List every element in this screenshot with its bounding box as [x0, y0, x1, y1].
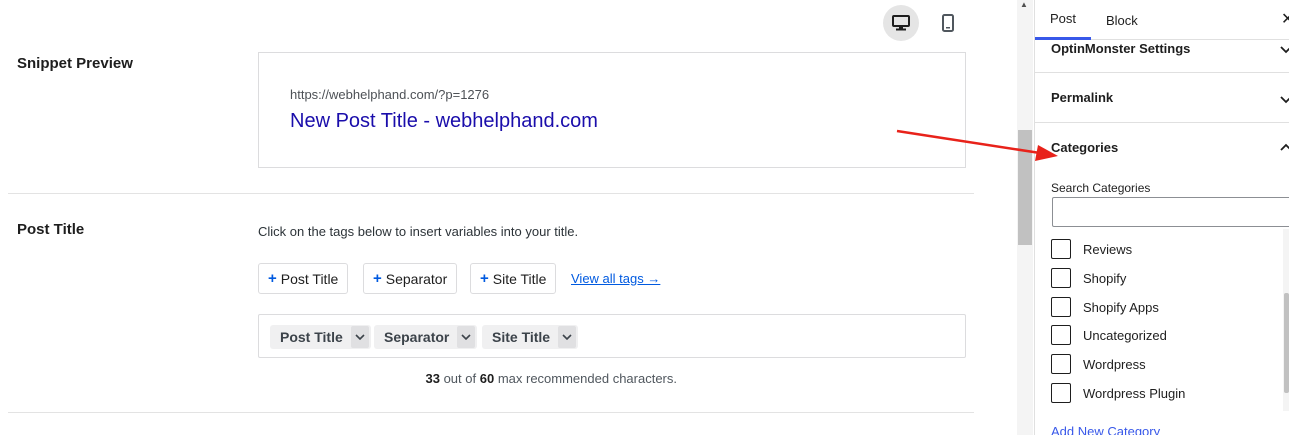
desktop-preview-button[interactable] — [883, 5, 919, 41]
char-count-mid: out of — [443, 371, 477, 386]
categories-scrollbar-thumb[interactable] — [1284, 293, 1289, 393]
category-label: Wordpress — [1083, 356, 1146, 372]
chevron-down-icon — [1280, 96, 1289, 104]
chevron-down-icon[interactable] — [558, 326, 577, 348]
chevron-down-icon — [1280, 46, 1289, 54]
mobile-preview-button[interactable] — [930, 5, 966, 41]
chevron-down-icon[interactable] — [350, 326, 369, 348]
chevron-down-icon[interactable] — [457, 326, 476, 348]
category-label: Shopify Apps — [1083, 299, 1159, 315]
list-item[interactable]: Reviews — [1051, 239, 1132, 259]
separator-chip[interactable]: Separator — [374, 325, 478, 349]
section-divider — [8, 193, 974, 194]
plus-icon: + — [373, 270, 382, 287]
panel-categories[interactable]: Categories — [1035, 123, 1289, 173]
category-checkbox[interactable] — [1051, 383, 1071, 403]
plus-icon: + — [268, 270, 277, 287]
category-checkbox[interactable] — [1051, 297, 1071, 317]
post-title-label: Post Title — [17, 221, 85, 238]
main-scrollbar-thumb[interactable] — [1018, 130, 1032, 245]
scroll-up-arrow-icon[interactable]: ▲ — [1020, 0, 1028, 9]
panel-title: Permalink — [1051, 90, 1114, 105]
panel-permalink[interactable]: Permalink — [1035, 73, 1289, 123]
tags-hint: Click on the tags below to insert variab… — [258, 224, 579, 239]
site-title-chip[interactable]: Site Title — [482, 325, 579, 349]
list-item[interactable]: Shopify Apps — [1051, 297, 1159, 317]
search-categories-input[interactable] — [1052, 197, 1289, 227]
category-label: Uncategorized — [1083, 327, 1167, 343]
panel-title: Categories — [1051, 140, 1119, 155]
desktop-icon — [892, 15, 910, 31]
insert-site-title-tag-button[interactable]: + Site Title — [470, 263, 557, 294]
category-checkbox[interactable] — [1051, 268, 1071, 288]
char-count-max: 60 — [479, 371, 495, 386]
list-item[interactable]: Wordpress — [1051, 354, 1146, 374]
list-item[interactable]: Wordpress Plugin — [1051, 383, 1185, 403]
list-item[interactable]: Uncategorized — [1051, 325, 1167, 345]
insert-separator-tag-button[interactable]: + Separator — [363, 263, 458, 294]
snippet-preview-label: Snippet Preview — [17, 55, 133, 72]
category-checkbox[interactable] — [1051, 325, 1071, 345]
tag-button-label: Post Title — [280, 270, 339, 287]
chip-label: Post Title — [280, 329, 343, 345]
seo-settings-panel: Snippet Preview https://webhelphand.com/… — [0, 0, 1000, 435]
char-count-text: max recommended characters. — [497, 371, 677, 386]
add-new-category-link[interactable]: Add New Category — [1051, 424, 1160, 435]
snippet-url: https://webhelphand.com/?p=1276 — [290, 87, 490, 102]
panel-title: OptinMonster Settings — [1051, 41, 1191, 56]
category-checkbox[interactable] — [1051, 354, 1071, 374]
category-label: Shopify — [1083, 270, 1127, 286]
chip-label: Site Title — [492, 329, 551, 345]
mobile-icon — [942, 14, 954, 32]
chip-label: Separator — [384, 329, 450, 345]
snippet-title: New Post Title - webhelphand.com — [290, 110, 598, 132]
panel-optinmonster-settings[interactable]: OptinMonster Settings — [1035, 23, 1289, 73]
view-all-tags-link[interactable]: View all tags → — [571, 271, 660, 286]
settings-sidebar: Post Block ✕ OptinMonster Settings Perma… — [1034, 0, 1289, 435]
categories-list: Reviews Shopify Shopify Apps Uncategoriz… — [1035, 229, 1289, 411]
insert-post-title-tag-button[interactable]: + Post Title — [258, 263, 349, 294]
editor-screen: Snippet Preview https://webhelphand.com/… — [0, 0, 1289, 435]
plus-icon: + — [480, 270, 489, 287]
category-checkbox[interactable] — [1051, 239, 1071, 259]
section-divider — [8, 412, 974, 413]
character-counter: 33 out of 60 max recommended characters. — [425, 371, 677, 386]
chevron-up-icon — [1280, 143, 1289, 151]
category-label: Wordpress Plugin — [1083, 385, 1186, 401]
char-count-value: 33 — [425, 371, 440, 386]
tag-button-label: Separator — [385, 270, 448, 287]
post-title-editor[interactable]: Post Title Separator Site Title — [258, 314, 966, 358]
tag-button-label: Site Title — [492, 270, 547, 287]
list-item[interactable]: Shopify — [1051, 268, 1126, 288]
category-label: Reviews — [1083, 241, 1133, 257]
post-title-chip[interactable]: Post Title — [270, 325, 371, 349]
search-categories-label: Search Categories — [1051, 181, 1151, 195]
snippet-preview-box: https://webhelphand.com/?p=1276 New Post… — [258, 52, 966, 168]
